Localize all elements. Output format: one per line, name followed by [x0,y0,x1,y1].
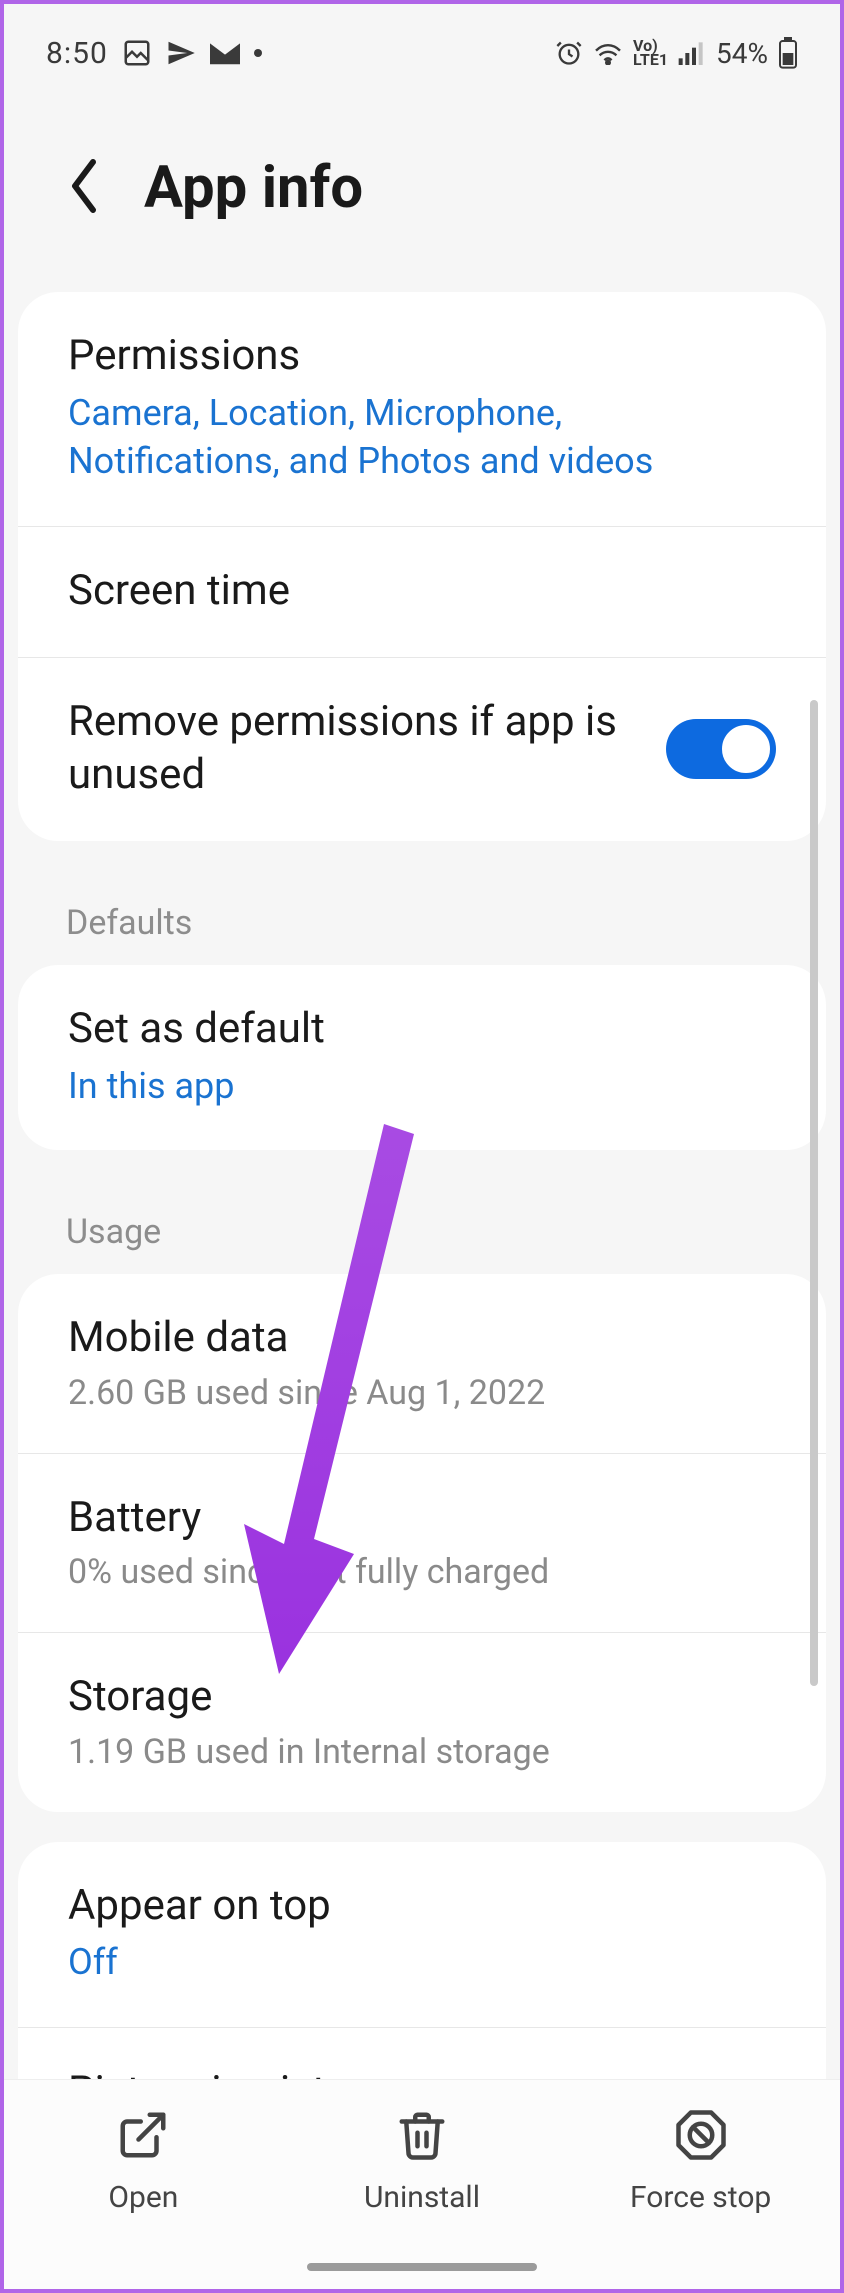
bottom-action-bar: Open Uninstall Force stop [4,2079,840,2289]
appear-on-top-subtitle: Off [68,1938,776,1987]
stop-icon [674,2108,728,2166]
nav-pill[interactable] [307,2263,537,2271]
card-defaults: Set as default In this app [18,965,826,1150]
screen-time-item[interactable]: Screen time [18,527,826,659]
uninstall-button[interactable]: Uninstall [284,2108,560,2215]
defaults-section-label: Defaults [4,867,840,965]
set-as-default-item[interactable]: Set as default In this app [18,965,826,1150]
scroll-indicator[interactable] [810,700,818,1686]
card-permissions-group: Permissions Camera, Location, Microphone… [18,292,826,841]
wifi-icon [593,41,623,65]
more-dot-icon [254,49,262,57]
back-button[interactable] [64,156,104,220]
mail-icon [210,41,240,65]
permissions-subtitle: Camera, Location, Microphone, Notificati… [68,389,776,486]
signal-icon [678,41,706,65]
storage-title: Storage [68,1671,776,1724]
remove-permissions-toggle[interactable] [666,719,776,779]
open-button[interactable]: Open [5,2108,281,2215]
screen-time-title: Screen time [68,565,776,618]
status-time: 8:50 [46,36,108,71]
trash-icon [395,2108,449,2166]
force-stop-button[interactable]: Force stop [563,2108,839,2215]
set-as-default-title: Set as default [68,1003,776,1056]
appear-on-top-title: Appear on top [68,1880,776,1933]
send-icon [166,38,196,68]
gallery-icon [122,38,152,68]
permissions-item[interactable]: Permissions Camera, Location, Microphone… [18,292,826,527]
usage-section-label: Usage [4,1176,840,1274]
appear-on-top-item[interactable]: Appear on top Off [18,1842,826,2028]
battery-title: Battery [68,1492,776,1545]
permissions-title: Permissions [68,330,776,383]
status-left: 8:50 [46,36,262,71]
header: App info [4,94,840,292]
battery-subtitle: 0% used since last fully charged [68,1552,776,1592]
mobile-data-subtitle: 2.60 GB used since Aug 1, 2022 [68,1373,776,1413]
storage-subtitle: 1.19 GB used in Internal storage [68,1732,776,1772]
set-as-default-subtitle: In this app [68,1062,776,1111]
card-usage: Mobile data 2.60 GB used since Aug 1, 20… [18,1274,826,1812]
status-bar: 8:50 Vo)LTE1 54% [4,4,840,94]
battery-text: 54% [716,37,768,70]
battery-item[interactable]: Battery 0% used since last fully charged [18,1454,826,1634]
mobile-data-item[interactable]: Mobile data 2.60 GB used since Aug 1, 20… [18,1274,826,1454]
volte-icon: Vo)LTE1 [633,39,668,68]
open-icon [116,2108,170,2166]
alarm-icon [555,39,583,67]
page-title: App info [144,154,363,222]
storage-item[interactable]: Storage 1.19 GB used in Internal storage [18,1633,826,1812]
remove-permissions-title: Remove permissions if app is unused [68,696,636,801]
force-stop-label: Force stop [630,2180,771,2215]
open-label: Open [108,2180,178,2215]
uninstall-label: Uninstall [364,2180,480,2215]
remove-permissions-item[interactable]: Remove permissions if app is unused [18,658,826,841]
battery-icon [778,37,798,69]
mobile-data-title: Mobile data [68,1312,776,1365]
status-right: Vo)LTE1 54% [555,37,798,70]
